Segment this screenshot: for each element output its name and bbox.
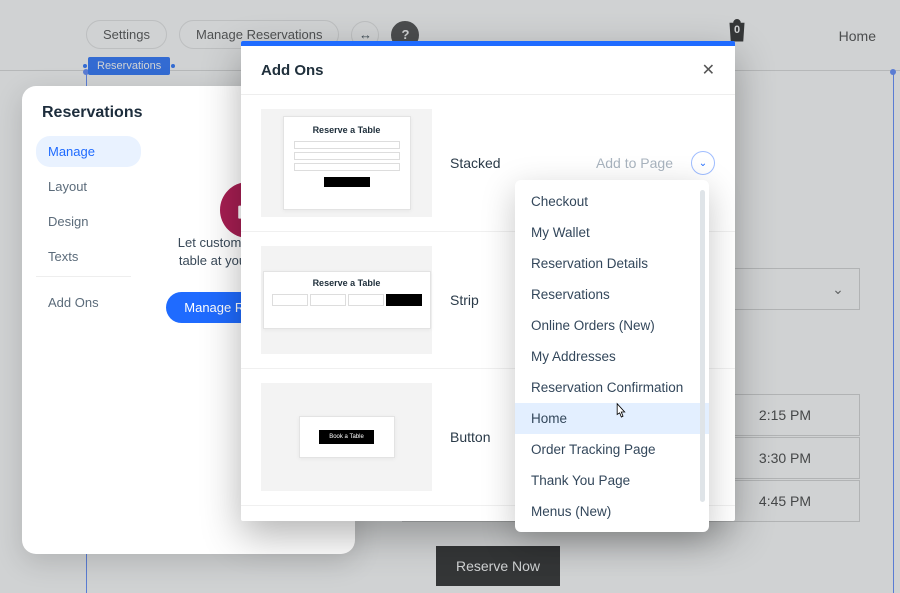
divider [36, 276, 131, 277]
dropdown-option-my-addresses[interactable]: My Addresses [515, 341, 709, 372]
dropdown-option-my-wallet[interactable]: My Wallet [515, 217, 709, 248]
addon-thumb-stacked: Reserve a Table [261, 109, 432, 217]
dropdown-option-reservation-details[interactable]: Reservation Details [515, 248, 709, 279]
thumb-button-label: Book a Table [319, 430, 374, 444]
addon-label: Button [450, 429, 490, 445]
page-select-dropdown: Checkout My Wallet Reservation Details R… [515, 180, 709, 532]
add-to-page-button[interactable]: Add to Page [596, 155, 673, 171]
panel-tab-manage[interactable]: Manage [36, 136, 141, 167]
dropdown-option-order-tracking[interactable]: Order Tracking Page [515, 434, 709, 465]
panel-tab-texts[interactable]: Texts [36, 241, 141, 272]
dropdown-option-checkout[interactable]: Checkout [515, 186, 709, 217]
dropdown-option-home[interactable]: Home [515, 403, 709, 434]
panel-tab-layout[interactable]: Layout [36, 171, 141, 202]
close-icon[interactable]: ✕ [702, 60, 715, 80]
panel-tab-design[interactable]: Design [36, 206, 141, 237]
addon-thumb-button: Book a Table [261, 383, 432, 491]
dropdown-option-cart[interactable]: Cart Page [515, 527, 709, 532]
scrollbar[interactable] [700, 190, 705, 502]
addon-label: Strip [450, 292, 479, 308]
modal-title: Add Ons [261, 62, 324, 79]
page-select-caret[interactable]: ⌄ [691, 151, 715, 175]
addon-label: Stacked [450, 155, 501, 171]
dropdown-option-online-orders[interactable]: Online Orders (New) [515, 310, 709, 341]
dropdown-option-reservations[interactable]: Reservations [515, 279, 709, 310]
addon-thumb-strip: Reserve a Table [261, 246, 432, 354]
dropdown-option-thank-you[interactable]: Thank You Page [515, 465, 709, 496]
thumb-title: Reserve a Table [272, 278, 422, 288]
dropdown-option-reservation-confirmation[interactable]: Reservation Confirmation [515, 372, 709, 403]
thumb-title: Reserve a Table [294, 125, 400, 135]
dropdown-option-menus[interactable]: Menus (New) [515, 496, 709, 527]
